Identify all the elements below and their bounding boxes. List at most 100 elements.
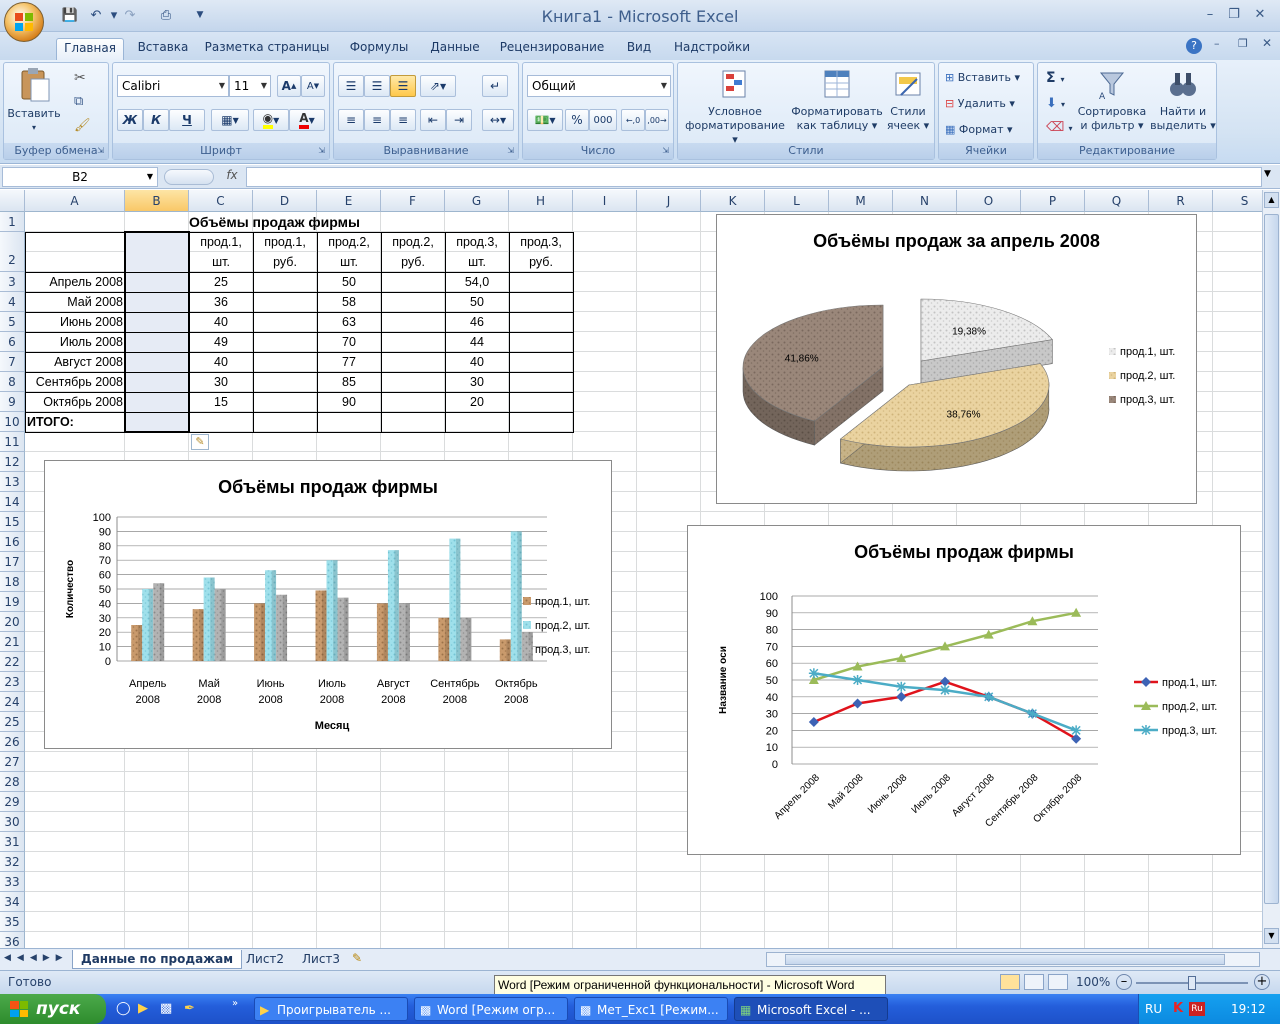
name-box[interactable]: B2 ▼	[2, 167, 158, 187]
row-header[interactable]: 1	[0, 212, 25, 232]
format-cells-button[interactable]: ▦ Формат ▾	[945, 123, 1013, 137]
close-icon[interactable]: ✕	[1248, 4, 1272, 24]
p1-cell[interactable]: 40	[189, 352, 253, 372]
table-title[interactable]: Объёмы продаж фирмы	[189, 212, 360, 232]
paste-button[interactable]: Вставить ▾	[6, 67, 62, 139]
row-header[interactable]: 36	[0, 932, 25, 948]
zoom-in-icon[interactable]: +	[1254, 974, 1270, 990]
month-cell[interactable]: Июнь 2008	[25, 312, 125, 332]
conditional-format-button[interactable]: Условное форматирование ▾	[682, 69, 788, 147]
line-chart[interactable]: Объёмы продаж фирмы 0 10 20 30 40 50 60 70 80 90 10…	[687, 525, 1241, 855]
dialog-launcher-icon[interactable]: ⇲	[97, 143, 104, 159]
row-header[interactable]: 14	[0, 492, 25, 512]
p3-cell[interactable]: 40	[445, 352, 509, 372]
insert-sheet-icon[interactable]: ✎	[352, 951, 362, 965]
align-bottom-button[interactable]: ☰	[390, 75, 416, 97]
fill-icon[interactable]: ⬇ ▾	[1046, 97, 1065, 112]
scroll-thumb[interactable]	[785, 954, 1225, 965]
grow-font-button[interactable]: A ▲	[277, 75, 301, 97]
formula-bar-splitter[interactable]	[164, 169, 214, 185]
column-header[interactable]: H	[509, 190, 573, 212]
align-middle-button[interactable]: ☰	[364, 75, 390, 97]
row-header[interactable]: 24	[0, 692, 25, 712]
row-header[interactable]: 21	[0, 632, 25, 652]
word-quicklaunch-icon[interactable]: ▩	[160, 1001, 172, 1016]
column-header[interactable]: R	[1149, 190, 1213, 212]
insert-function-button[interactable]: fx	[222, 168, 242, 186]
increase-decimal-button[interactable]: ←,0	[621, 109, 645, 131]
zoom-out-icon[interactable]: –	[1116, 974, 1132, 990]
tab-page-layout[interactable]: Разметка страницы	[200, 38, 334, 60]
month-cell[interactable]: Октябрь 2008	[25, 392, 125, 412]
office-button[interactable]	[4, 2, 44, 42]
column-header[interactable]: O	[957, 190, 1021, 212]
column-header[interactable]: G	[445, 190, 509, 212]
p2-cell[interactable]: 50	[317, 272, 381, 292]
p1-cell[interactable]: 25	[189, 272, 253, 292]
task-word[interactable]: ▩ Word [Режим огр...	[414, 997, 568, 1021]
decrease-decimal-button[interactable]: ,00→	[645, 109, 669, 131]
p2-cell[interactable]: 85	[317, 372, 381, 392]
vertical-scrollbar[interactable]: ▲ ▼	[1262, 190, 1280, 948]
p3-cell[interactable]: 54,0	[445, 272, 509, 292]
column-header[interactable]: A	[25, 190, 125, 212]
align-top-button[interactable]: ☰	[338, 75, 364, 97]
shrink-font-button[interactable]: A ▼	[301, 75, 325, 97]
cut-icon[interactable]: ✂	[74, 71, 86, 85]
tab-insert[interactable]: Вставка	[130, 38, 196, 60]
minimize-icon[interactable]: –	[1198, 4, 1222, 24]
row-header[interactable]: 34	[0, 892, 25, 912]
sheet-tab[interactable]: Лист2	[238, 950, 292, 969]
p3-cell[interactable]: 44	[445, 332, 509, 352]
row-header[interactable]: 22	[0, 652, 25, 672]
start-button[interactable]: пуск	[0, 994, 106, 1024]
column-header[interactable]: P	[1021, 190, 1085, 212]
row-header[interactable]: 18	[0, 572, 25, 592]
italic-button[interactable]: К	[143, 109, 169, 131]
column-header[interactable]: D	[253, 190, 317, 212]
autofill-options-icon[interactable]: ✎	[191, 434, 209, 450]
autosum-icon[interactable]: Σ ▾	[1046, 71, 1064, 87]
expand-formula-bar-icon[interactable]: ▼	[1264, 169, 1271, 179]
ribbon-minimize-icon[interactable]: –	[1214, 37, 1220, 50]
p1-cell[interactable]: 40	[189, 312, 253, 332]
quicklaunch-more-icon[interactable]: »	[232, 998, 238, 1009]
row-header[interactable]: 5	[0, 312, 25, 332]
scroll-down-icon[interactable]: ▼	[1264, 928, 1279, 944]
p1-cell[interactable]: 36	[189, 292, 253, 312]
column-header[interactable]: S	[1213, 190, 1262, 212]
p2-cell[interactable]: 58	[317, 292, 381, 312]
fill-color-button[interactable]: ◉ ▼	[253, 109, 289, 131]
row-header[interactable]: 30	[0, 812, 25, 832]
tab-formulas[interactable]: Формулы	[340, 38, 418, 60]
task-excel[interactable]: ▦ Microsoft Excel - ...	[734, 997, 888, 1021]
row-header[interactable]: 31	[0, 832, 25, 852]
row-header[interactable]: 4	[0, 292, 25, 312]
restore-icon[interactable]: ❐	[1222, 4, 1246, 24]
sheet-tab-active[interactable]: Данные по продажам	[72, 950, 243, 969]
p1-cell[interactable]: 15	[189, 392, 253, 412]
delete-cells-button[interactable]: ⊟ Удалить ▾	[945, 97, 1015, 111]
task-word-2[interactable]: ▩ Мет_Exc1 [Режим...	[574, 997, 728, 1021]
number-format-combo[interactable]: Общий ▼	[527, 75, 671, 97]
p3-cell[interactable]: 46	[445, 312, 509, 332]
font-size-combo[interactable]: 11 ▼	[229, 75, 271, 97]
dialog-launcher-icon[interactable]: ⇲	[662, 143, 669, 159]
month-cell[interactable]: Август 2008	[25, 352, 125, 372]
p1-cell[interactable]: 30	[189, 372, 253, 392]
align-left-button[interactable]: ≡	[338, 109, 364, 131]
scroll-thumb[interactable]	[1264, 214, 1279, 904]
p2-cell[interactable]: 63	[317, 312, 381, 332]
pie-chart[interactable]: Объёмы продаж за апрель 2008 19,38% 41,86%…	[716, 214, 1197, 504]
row-header[interactable]: 35	[0, 912, 25, 932]
column-heading[interactable]: прод.2, руб.	[381, 232, 445, 272]
thousands-button[interactable]: 000	[589, 109, 617, 131]
column-heading[interactable]: прод.3, руб.	[509, 232, 573, 272]
row-header[interactable]: 17	[0, 552, 25, 572]
column-header[interactable]: F	[381, 190, 445, 212]
zoom-level[interactable]: 100%	[1076, 975, 1110, 989]
row-header[interactable]: 10	[0, 412, 25, 432]
task-media-player[interactable]: ▶ Проигрыватель ...	[254, 997, 408, 1021]
row-header[interactable]: 3	[0, 272, 25, 292]
p1-cell[interactable]: 49	[189, 332, 253, 352]
